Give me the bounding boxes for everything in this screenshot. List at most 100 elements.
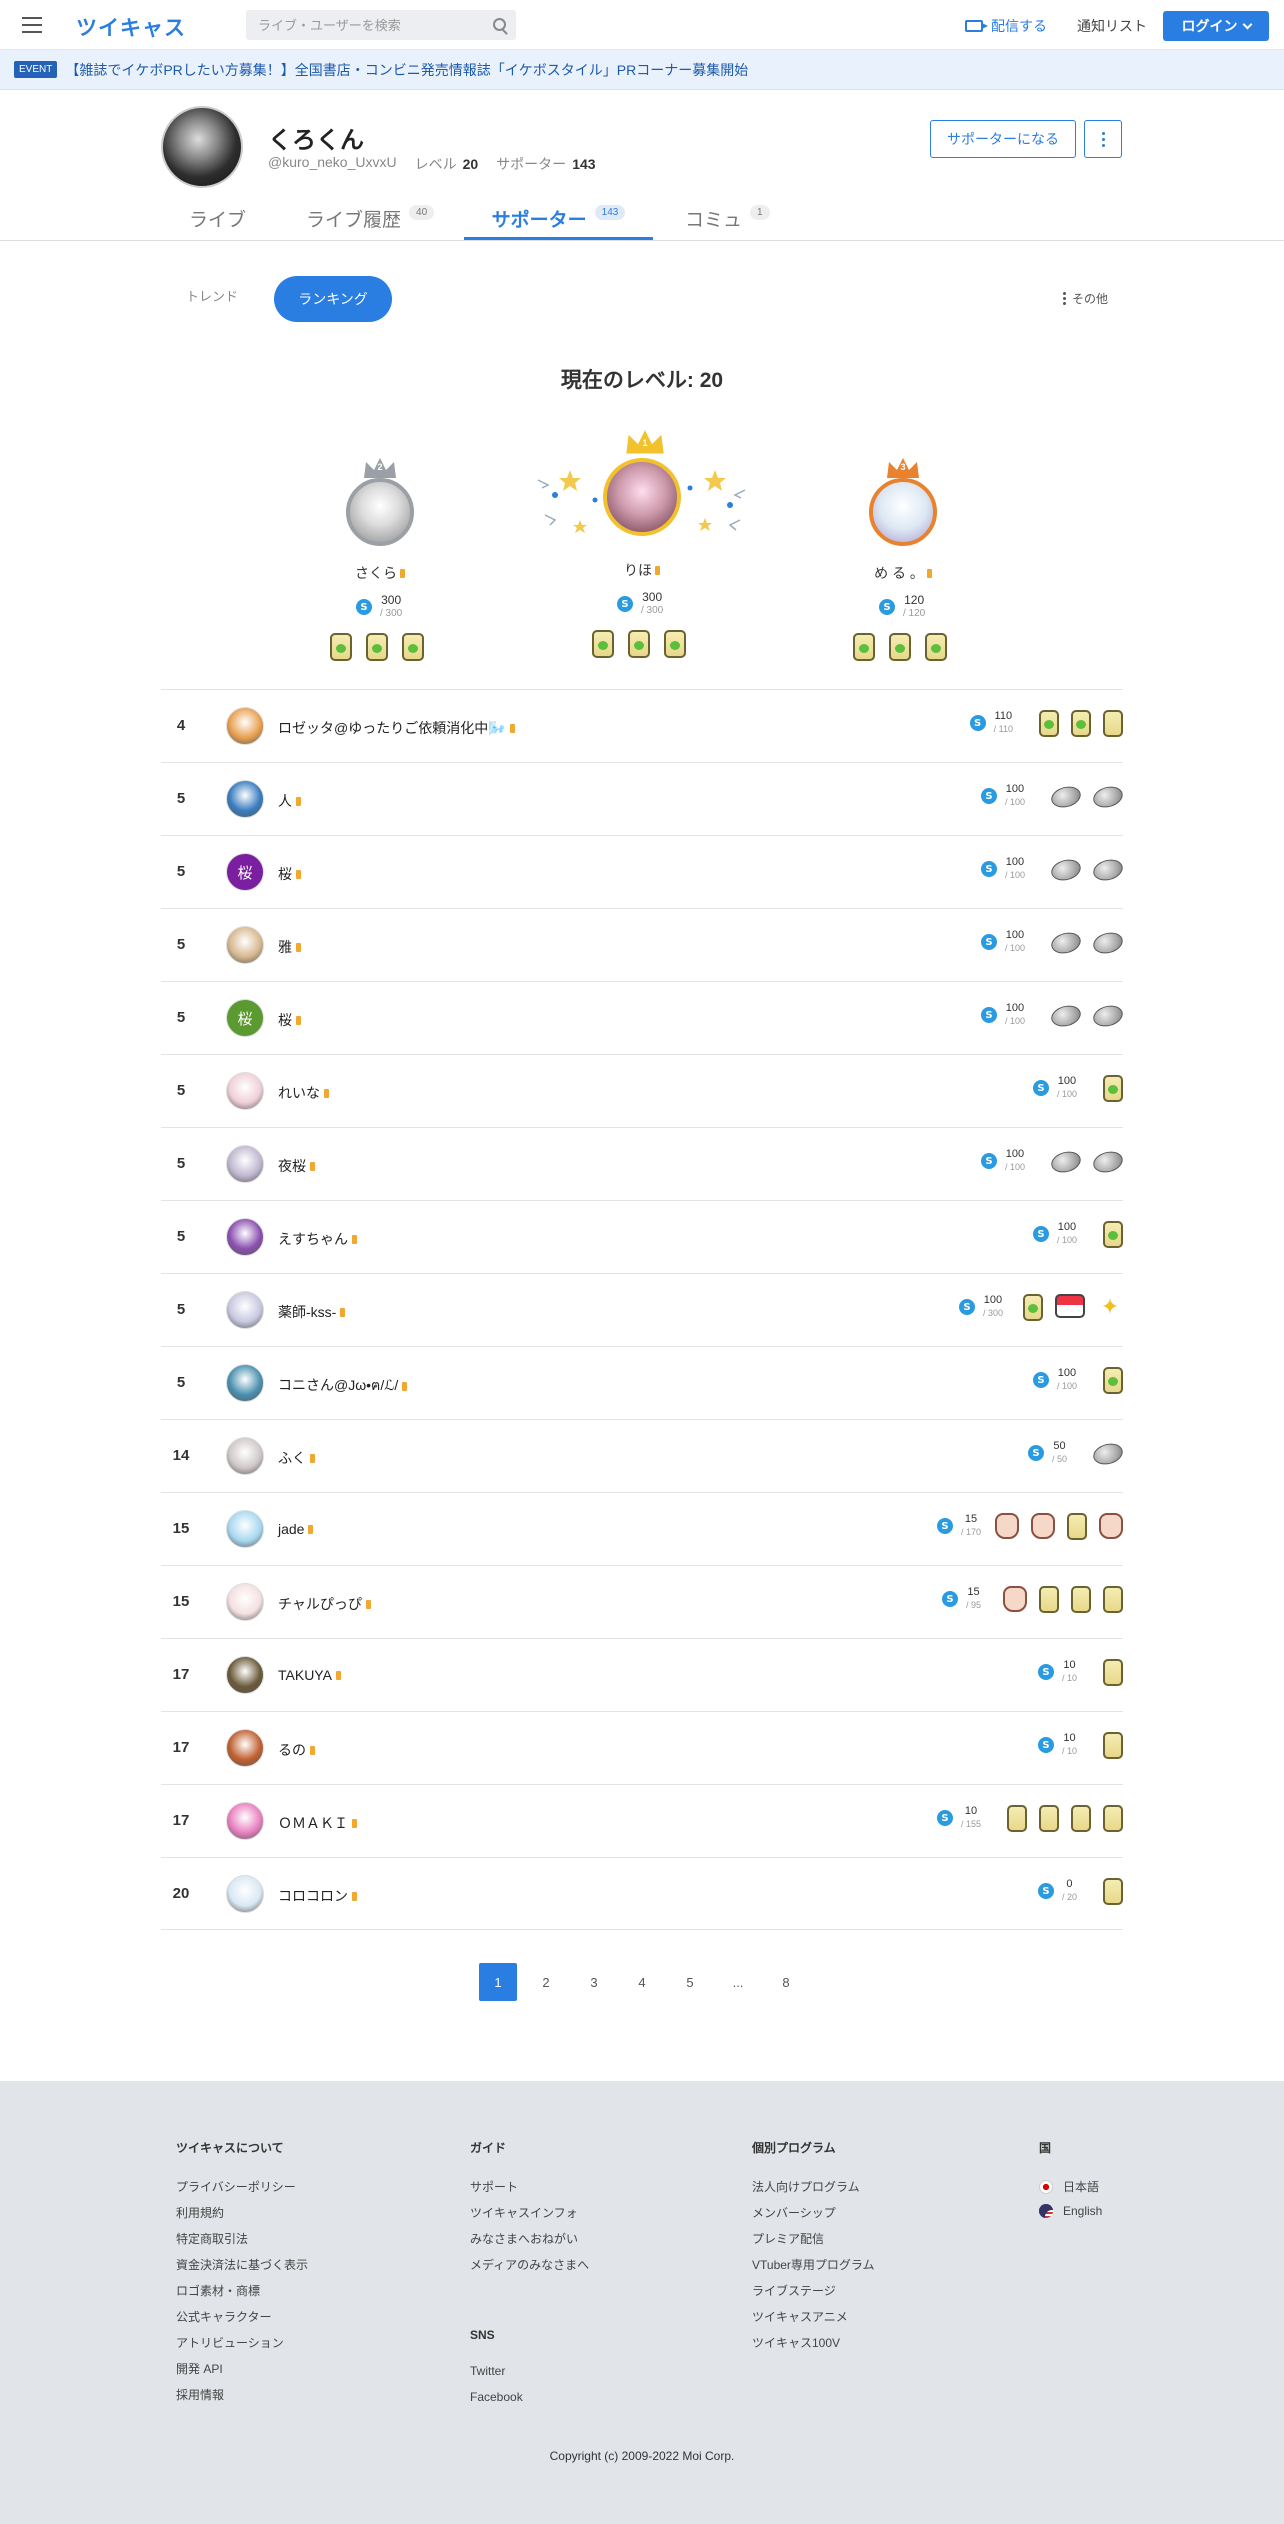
table-row[interactable]: 5 えすちゃん S 100/ 100 [161, 1200, 1123, 1273]
footer-link[interactable]: ツイキャスアニメ [752, 2308, 875, 2334]
supporter-name[interactable]: TAKUYA [278, 1667, 341, 1683]
supporter-name[interactable]: jade [278, 1521, 314, 1537]
podium-name[interactable]: め る 。 [853, 563, 953, 583]
footer-link[interactable]: 公式キャラクター [176, 2308, 308, 2334]
site-logo[interactable]: ツイキャス [76, 12, 186, 42]
footer-link[interactable]: ツイキャス100V [752, 2334, 875, 2360]
supporter-name[interactable]: ふく [278, 1448, 315, 1468]
supporter-name[interactable]: 夜桜 [278, 1156, 315, 1176]
supporter-name[interactable]: ロゼッタ@ゆったりご依頼消化中🌬️ [278, 718, 515, 738]
profile-supporters[interactable]: サポーター 143 [496, 154, 595, 174]
supporter-name[interactable]: コニさん@Jω•ฅ/ℒ/ [278, 1375, 408, 1397]
footer-link[interactable]: 開発 API [176, 2360, 308, 2386]
page-button-8[interactable]: 8 [767, 1963, 805, 2001]
table-row[interactable]: 17 ＯＭＡＫＩ S 10/ 155 [161, 1784, 1123, 1857]
supporter-name[interactable]: えすちゃん [278, 1229, 357, 1249]
table-row[interactable]: 15 jade S 15/ 170 [161, 1492, 1123, 1565]
avatar[interactable] [161, 106, 243, 188]
table-row[interactable]: 5 夜桜 S 100/ 100 [161, 1127, 1126, 1200]
avatar[interactable]: 桜 [226, 853, 264, 891]
footer-link[interactable]: 法人向けプログラム [752, 2178, 875, 2204]
language-japanese[interactable]: 日本語 [1039, 2178, 1102, 2204]
table-row[interactable]: 5 コニさん@Jω•ฅ/ℒ/S 100/ 100 [161, 1346, 1123, 1419]
podium-avatar[interactable] [346, 478, 414, 546]
avatar[interactable] [226, 1072, 264, 1110]
other-menu[interactable]: その他 [1063, 290, 1108, 307]
avatar[interactable] [226, 1729, 264, 1767]
avatar[interactable] [226, 1510, 264, 1548]
login-button[interactable]: ログイン [1163, 11, 1269, 41]
table-row[interactable]: 5 桜桜 S 100/ 100 [161, 981, 1126, 1054]
supporter-name[interactable]: 雅 [278, 937, 301, 957]
supporter-name[interactable]: ＯＭＡＫＩ [278, 1813, 357, 1833]
table-row[interactable]: 17 るの S 10/ 10 [161, 1711, 1123, 1784]
tab-supporters[interactable]: サポーター 143 [464, 196, 653, 240]
tab-live[interactable]: ライブ [189, 196, 246, 240]
broadcast-button[interactable]: 配信する [965, 16, 1047, 36]
table-row[interactable]: 15 チャルぴっぴ S 15/ 95 [161, 1565, 1123, 1638]
podium-name[interactable]: さくら [330, 563, 430, 583]
search-icon[interactable] [493, 18, 506, 31]
page-button-5[interactable]: 5 [671, 1963, 709, 2001]
page-button-2[interactable]: 2 [527, 1963, 565, 2001]
table-row[interactable]: 5 人 S 100/ 100 [161, 762, 1126, 835]
avatar[interactable] [226, 1875, 264, 1913]
avatar[interactable] [226, 1656, 264, 1694]
language-english[interactable]: English [1039, 2204, 1102, 2230]
avatar[interactable]: 桜 [226, 999, 264, 1037]
table-row[interactable]: 4 ロゼッタ@ゆったりご依頼消化中🌬️ S 110/ 110 [161, 689, 1123, 762]
footer-link[interactable]: メンバーシップ [752, 2204, 875, 2230]
ranking-tab[interactable]: ランキング [274, 276, 392, 322]
supporter-name[interactable]: コロコロン [278, 1886, 357, 1906]
avatar[interactable] [226, 1291, 264, 1329]
avatar[interactable] [226, 1437, 264, 1475]
avatar[interactable] [226, 926, 264, 964]
footer-link[interactable]: 特定商取引法 [176, 2230, 308, 2256]
table-row[interactable]: 5 桜桜 S 100/ 100 [161, 835, 1126, 908]
podium-avatar[interactable] [869, 478, 937, 546]
supporter-name[interactable]: 薬師-kss- [278, 1302, 346, 1322]
avatar[interactable] [226, 1583, 264, 1621]
footer-link[interactable]: 採用情報 [176, 2386, 308, 2412]
search-input[interactable] [246, 10, 476, 40]
more-options-button[interactable] [1084, 120, 1122, 158]
footer-link[interactable]: 利用規約 [176, 2204, 308, 2230]
supporter-name[interactable]: るの [278, 1740, 315, 1760]
tab-community[interactable]: コミュ 1 [685, 196, 770, 240]
become-supporter-button[interactable]: サポーターになる [930, 120, 1076, 158]
footer-link[interactable]: ツイキャスインフォ [470, 2204, 589, 2230]
footer-link[interactable]: 資金決済法に基づく表示 [176, 2256, 308, 2282]
podium-name[interactable]: りほ [592, 560, 692, 580]
footer-link[interactable]: ライブステージ [752, 2282, 875, 2308]
footer-link[interactable]: プレミア配信 [752, 2230, 875, 2256]
table-row[interactable]: 14 ふく S 50/ 50 [161, 1419, 1126, 1492]
avatar[interactable] [226, 1802, 264, 1840]
table-row[interactable]: 5 薬師-kss- S 100/ 300 ✦ [161, 1273, 1123, 1346]
page-button-4[interactable]: 4 [623, 1963, 661, 2001]
podium-avatar[interactable] [603, 458, 681, 536]
footer-link[interactable]: メディアのみなさまへ [470, 2256, 589, 2282]
supporter-name[interactable]: 桜 [278, 1010, 301, 1030]
supporter-name[interactable]: 桜 [278, 864, 301, 884]
table-row[interactable]: 5 雅 S 100/ 100 [161, 908, 1126, 981]
footer-link-twitter[interactable]: Twitter [470, 2364, 589, 2390]
avatar[interactable] [226, 1364, 264, 1402]
footer-link[interactable]: ロゴ素材・商標 [176, 2282, 308, 2308]
supporter-name[interactable]: れいな [278, 1083, 329, 1103]
page-button-1[interactable]: 1 [479, 1963, 517, 2001]
footer-link-facebook[interactable]: Facebook [470, 2390, 589, 2416]
table-row[interactable]: 5 れいな S 100/ 100 [161, 1054, 1123, 1127]
tab-live-history[interactable]: ライブ履歴 40 [306, 196, 435, 240]
menu-icon[interactable] [22, 17, 42, 33]
page-button-3[interactable]: 3 [575, 1963, 613, 2001]
notify-list-link[interactable]: 通知リスト [1077, 16, 1147, 36]
footer-link[interactable]: VTuber専用プログラム [752, 2256, 875, 2282]
table-row[interactable]: 20 コロコロン S 0/ 20 [161, 1857, 1123, 1930]
trend-tab[interactable]: トレンド [186, 286, 238, 305]
avatar[interactable] [226, 707, 264, 745]
avatar[interactable] [226, 780, 264, 818]
event-text[interactable]: 【雑誌でイケボPRしたい方募集！】全国書店・コンビニ発売情報誌「イケボスタイル」… [65, 60, 748, 80]
footer-link[interactable]: みなさまへおねがい [470, 2230, 589, 2256]
event-banner[interactable]: EVENT 【雑誌でイケボPRしたい方募集！】全国書店・コンビニ発売情報誌「イケ… [0, 50, 1284, 90]
supporter-name[interactable]: 人 [278, 791, 301, 811]
